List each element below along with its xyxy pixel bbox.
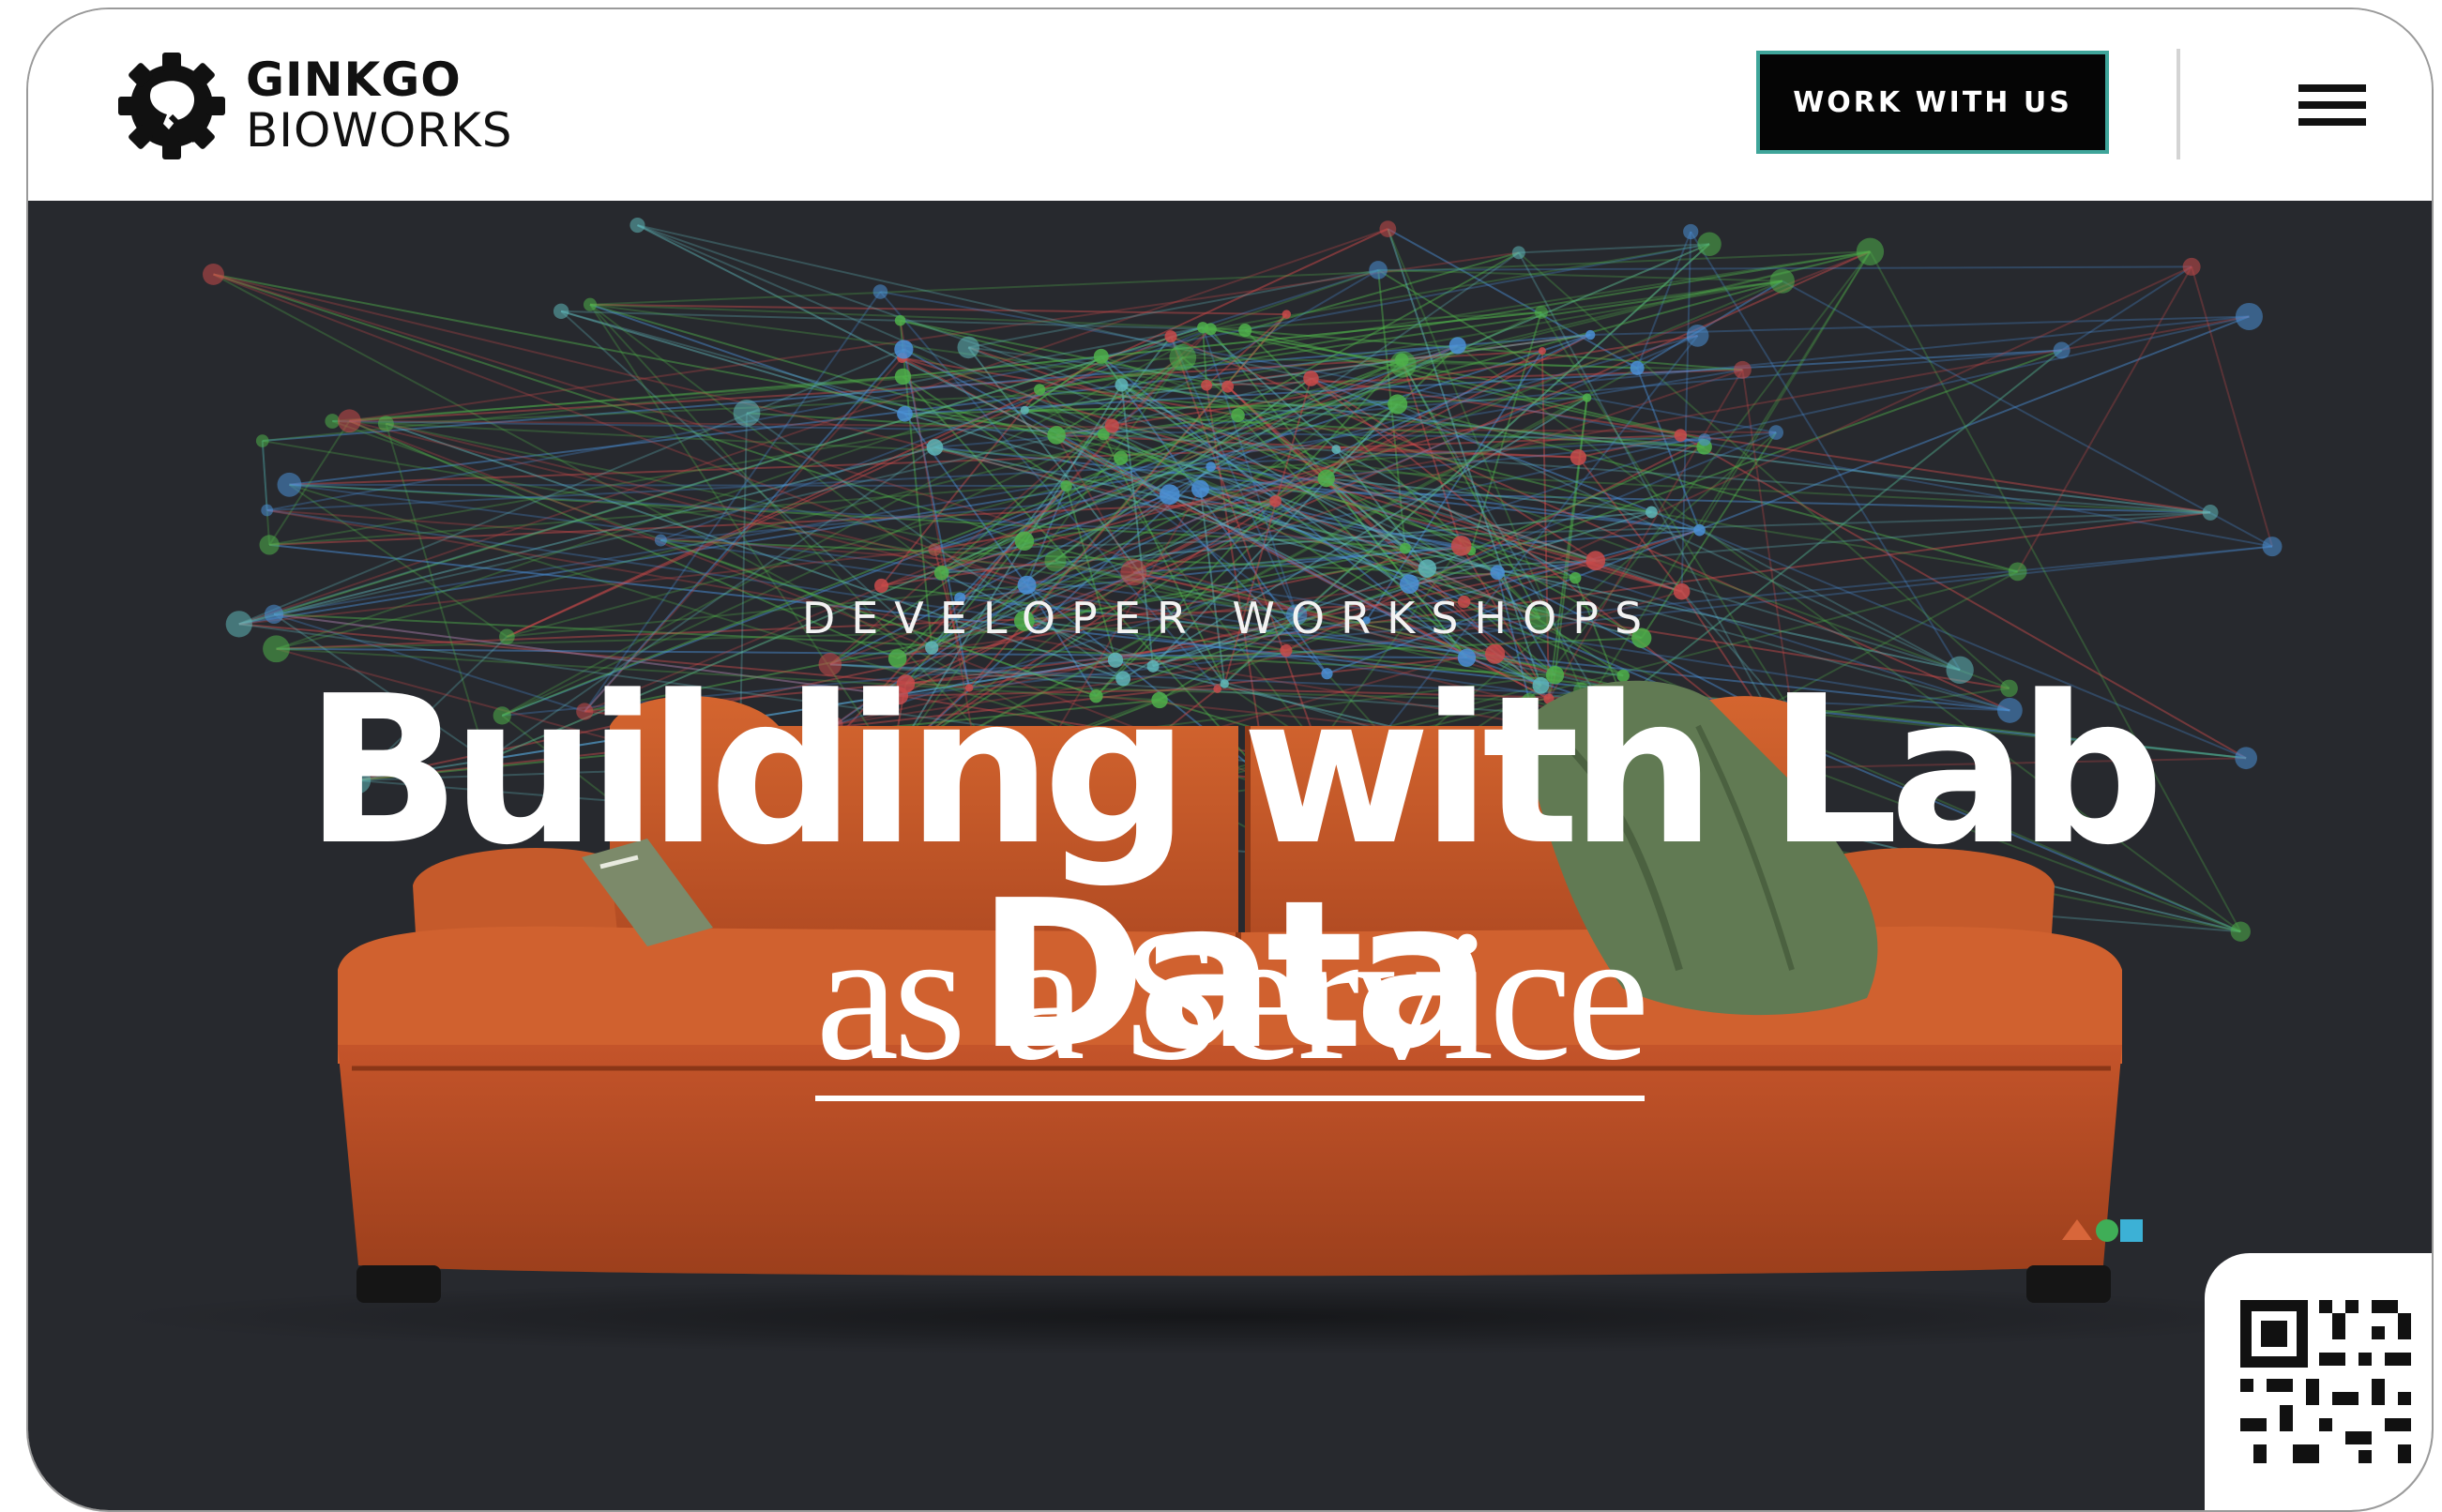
- hamburger-menu-icon[interactable]: [2298, 84, 2366, 135]
- floor-shadow: [113, 1279, 2327, 1354]
- work-with-us-button[interactable]: WORK WITH US: [1756, 51, 2109, 154]
- header-divider: [2177, 49, 2180, 159]
- logo-line-bioworks: BIOWORKS: [246, 103, 513, 158]
- qr-code-panel: [2205, 1253, 2432, 1510]
- site-header: GINKGO BIOWORKS WORK WITH US: [28, 9, 2432, 201]
- hero-subhead-link[interactable]: as a Service: [815, 902, 1650, 1101]
- ginkgo-gear-logo-icon[interactable]: [114, 49, 229, 163]
- browser-frame: GINKGO BIOWORKS WORK WITH US DEVELOPER W…: [26, 8, 2434, 1512]
- hero-subhead-wrap: as a Service: [28, 902, 2432, 1101]
- qr-code-icon: [2240, 1300, 2411, 1463]
- hero-section: DEVELOPER WORKSHOPS Building with Lab Da…: [28, 201, 2432, 1510]
- hero-eyebrow: DEVELOPER WORKSHOPS: [801, 593, 1659, 643]
- logo-line-ginkgo: GINKGO: [246, 53, 462, 107]
- logo-wordmark[interactable]: GINKGO BIOWORKS: [246, 56, 512, 154]
